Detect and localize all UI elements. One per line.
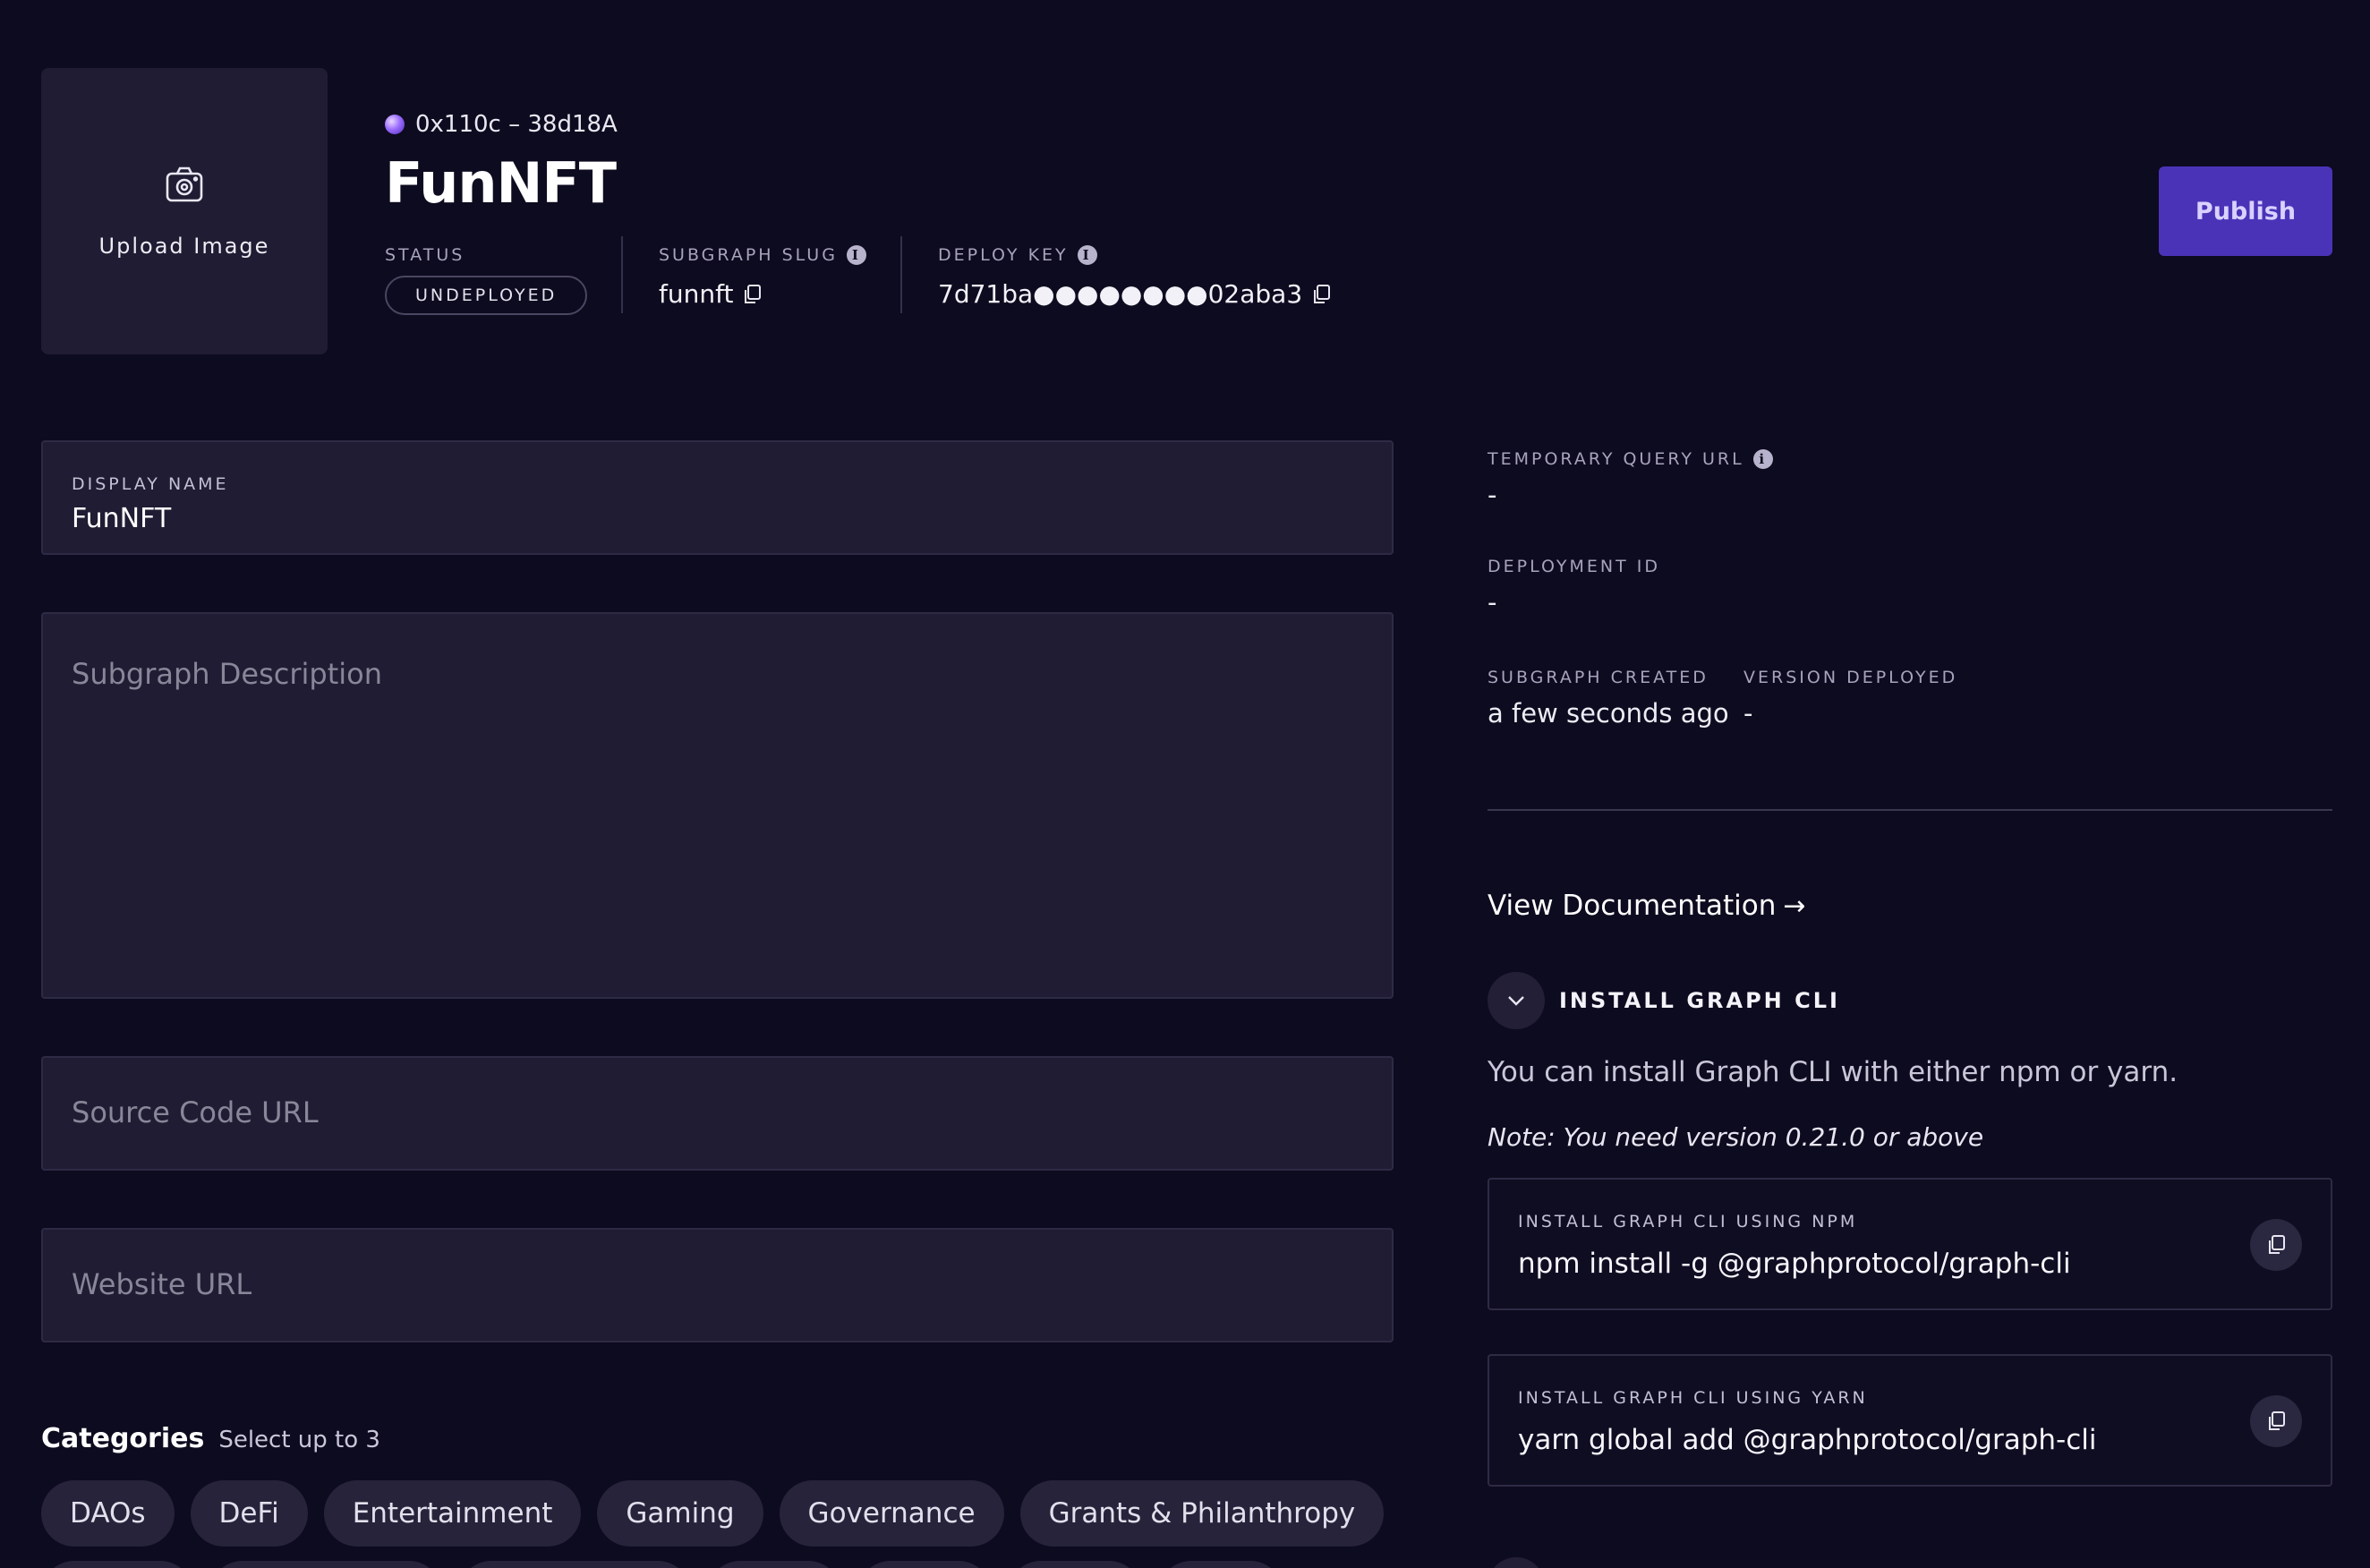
- category-chip[interactable]: [707, 1561, 841, 1568]
- side-divider: [1488, 809, 2332, 811]
- category-chip-entertainment[interactable]: Entertainment: [323, 1480, 582, 1547]
- arrow-right-icon: →: [1783, 890, 1806, 922]
- yarn-install-box: INSTALL GRAPH CLI USING YARN yarn global…: [1488, 1354, 2332, 1487]
- npm-install-label: INSTALL GRAPH CLI USING NPM: [1518, 1212, 1858, 1231]
- category-chip-defi[interactable]: DeFi: [190, 1480, 308, 1547]
- source-code-url-placeholder: Source Code URL: [72, 1095, 319, 1129]
- category-chip[interactable]: [209, 1561, 442, 1568]
- install-graph-cli-description: You can install Graph CLI with either np…: [1488, 1056, 2178, 1088]
- deploy-key-section: DEPLOY KEY i 7d71ba●●●●●●●●02aba3: [938, 245, 1331, 309]
- copy-icon: [2269, 1411, 2285, 1430]
- slug-value: funnft: [659, 279, 734, 309]
- category-chips-row-2: [41, 1561, 1283, 1568]
- version-deployed-label: VERSION DEPLOYED: [1743, 668, 1958, 687]
- chevron-down-icon: [1488, 972, 1545, 1029]
- upload-image-button[interactable]: Upload Image: [41, 68, 328, 354]
- copy-icon: [2269, 1235, 2285, 1254]
- deployment-id-label: DEPLOYMENT ID: [1488, 557, 1661, 576]
- category-chip[interactable]: [1158, 1561, 1283, 1568]
- npm-install-command: npm install -g @graphprotocol/graph-cli: [1518, 1248, 2071, 1280]
- deploy-key-value: 7d71ba●●●●●●●●02aba3: [938, 279, 1303, 309]
- deploy-key-label-row: DEPLOY KEY i: [938, 245, 1331, 265]
- view-documentation-link[interactable]: View Documentation →: [1488, 890, 1806, 922]
- deploy-key-label: DEPLOY KEY: [938, 245, 1069, 265]
- copy-icon[interactable]: [742, 284, 762, 305]
- status-section: STATUS UNDEPLOYED: [385, 245, 588, 315]
- categories-header: Categories Select up to 3: [41, 1423, 380, 1454]
- categories-hint: Select up to 3: [218, 1427, 380, 1453]
- subgraph-slug-section: SUBGRAPH SLUG i funnft: [659, 245, 866, 309]
- display-name-value[interactable]: FunNFT: [72, 503, 171, 534]
- view-documentation-text: View Documentation: [1488, 890, 1777, 922]
- temporary-query-url-value: -: [1488, 480, 1497, 510]
- copy-npm-command-button[interactable]: [2250, 1219, 2302, 1271]
- description-placeholder: Subgraph Description: [72, 657, 382, 691]
- deployment-id-value: -: [1488, 587, 1497, 618]
- website-url-placeholder: Website URL: [72, 1267, 252, 1301]
- slug-label-row: SUBGRAPH SLUG i: [659, 245, 866, 265]
- slug-value-row: funnft: [659, 279, 866, 309]
- temporary-query-url-label-row: TEMPORARY QUERY URL i: [1488, 449, 1773, 469]
- copy-icon[interactable]: [1311, 284, 1331, 305]
- upload-image-label: Upload Image: [98, 234, 270, 259]
- yarn-install-command: yarn global add @graphprotocol/graph-cli: [1518, 1424, 2097, 1456]
- header-divider: [621, 236, 623, 313]
- category-chip-daos[interactable]: DAOs: [41, 1480, 175, 1547]
- header-divider: [900, 236, 902, 313]
- info-icon[interactable]: i: [1077, 245, 1097, 265]
- category-chip[interactable]: [857, 1561, 992, 1568]
- npm-install-box: INSTALL GRAPH CLI USING NPM npm install …: [1488, 1178, 2332, 1310]
- website-url-field[interactable]: Website URL: [41, 1228, 1394, 1342]
- temporary-query-url-label: TEMPORARY QUERY URL: [1488, 449, 1744, 469]
- subgraph-created-label: SUBGRAPH CREATED: [1488, 668, 1709, 687]
- owner-avatar: [385, 115, 405, 134]
- category-chip-grants-philanthropy[interactable]: Grants & Philanthropy: [1019, 1480, 1385, 1547]
- category-chip[interactable]: [458, 1561, 691, 1568]
- next-section-toggle[interactable]: [1488, 1557, 1545, 1568]
- category-chip-governance[interactable]: Governance: [779, 1480, 1004, 1547]
- deploy-key-value-row: 7d71ba●●●●●●●●02aba3: [938, 279, 1331, 309]
- owner-address: 0x110c – 38d18A: [385, 111, 618, 138]
- page-title: FunNFT: [385, 150, 617, 216]
- status-badge: UNDEPLOYED: [385, 276, 588, 315]
- install-graph-cli-toggle[interactable]: INSTALL GRAPH CLI: [1488, 972, 1840, 1029]
- copy-yarn-command-button[interactable]: [2250, 1395, 2302, 1447]
- display-name-field[interactable]: DISPLAY NAME FunNFT: [41, 440, 1394, 555]
- category-chips: DAOs DeFi Entertainment Gaming Governanc…: [41, 1480, 1385, 1547]
- install-graph-cli-title: INSTALL GRAPH CLI: [1559, 988, 1840, 1013]
- info-icon[interactable]: i: [846, 245, 866, 265]
- slug-label: SUBGRAPH SLUG: [659, 245, 838, 265]
- status-label: STATUS: [385, 245, 465, 265]
- category-chip-gaming[interactable]: Gaming: [597, 1480, 763, 1547]
- camera-icon: [163, 164, 206, 210]
- publish-button[interactable]: Publish: [2159, 166, 2332, 256]
- categories-title: Categories: [41, 1423, 205, 1454]
- version-deployed-value: -: [1743, 698, 1753, 729]
- description-field[interactable]: Subgraph Description: [41, 612, 1394, 999]
- source-code-url-field[interactable]: Source Code URL: [41, 1056, 1394, 1171]
- subgraph-created-value: a few seconds ago: [1488, 698, 1729, 729]
- owner-address-text: 0x110c – 38d18A: [415, 111, 618, 138]
- category-chip[interactable]: [41, 1561, 193, 1568]
- page: Upload Image 0x110c – 38d18A FunNFT STAT…: [0, 0, 2370, 1568]
- category-chip[interactable]: [1008, 1561, 1142, 1568]
- yarn-install-label: INSTALL GRAPH CLI USING YARN: [1518, 1388, 1868, 1408]
- display-name-label: DISPLAY NAME: [72, 474, 229, 494]
- info-icon[interactable]: i: [1752, 449, 1773, 469]
- install-graph-cli-note: Note: You need version 0.21.0 or above: [1488, 1122, 1984, 1152]
